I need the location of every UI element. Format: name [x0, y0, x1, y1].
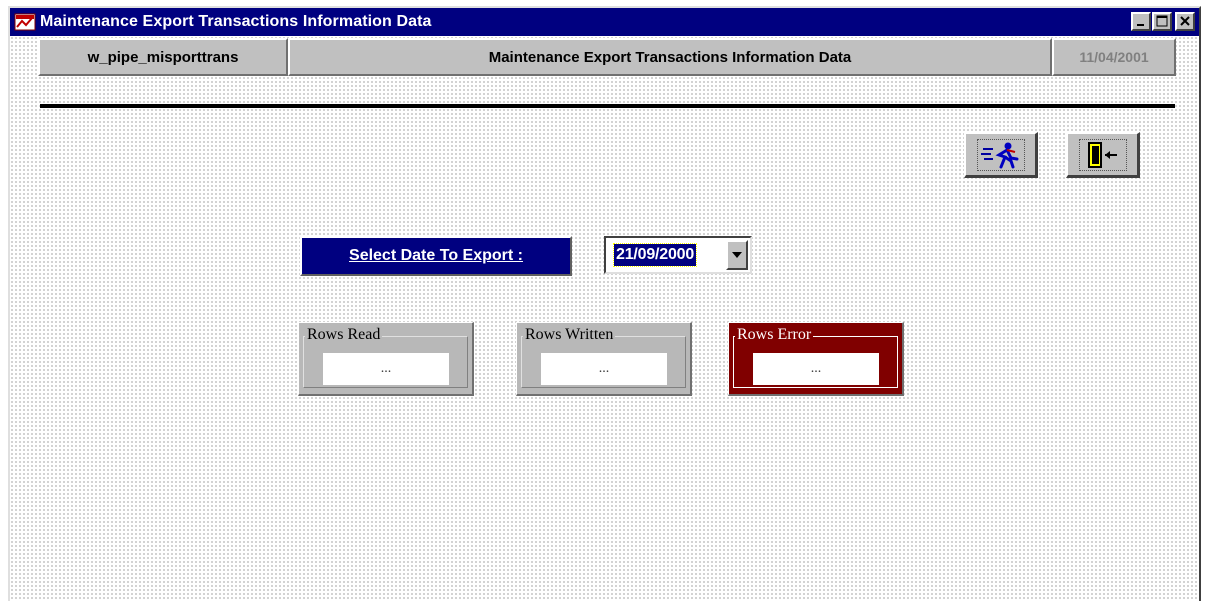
rows-error-value: ... — [753, 353, 879, 385]
app-icon — [14, 13, 36, 31]
header-divider — [40, 104, 1175, 108]
title-bar[interactable]: Maintenance Export Transactions Informat… — [10, 8, 1199, 36]
form-title-box: Maintenance Export Transactions Informat… — [288, 38, 1052, 76]
minimize-button[interactable] — [1131, 12, 1151, 31]
export-date-value[interactable]: 21/09/2000 — [612, 243, 698, 267]
run-export-button[interactable] — [964, 132, 1038, 178]
run-icon — [980, 142, 1018, 168]
close-icon — [1180, 16, 1190, 26]
dropdown-button[interactable] — [726, 240, 748, 270]
rows-written-group: Rows Written ... — [516, 322, 692, 396]
exit-button[interactable] — [1066, 132, 1140, 178]
rows-error-group: Rows Error ... — [728, 322, 904, 396]
rows-read-label: Rows Read — [305, 326, 383, 343]
rows-read-value: ... — [323, 353, 449, 385]
window-title: Maintenance Export Transactions Informat… — [40, 13, 432, 30]
chevron-down-icon — [732, 252, 742, 258]
main-window: Maintenance Export Transactions Informat… — [8, 6, 1201, 601]
exit-door-icon — [1087, 141, 1117, 168]
export-date-dropdown[interactable]: 21/09/2000 — [604, 236, 752, 274]
object-name-box: w_pipe_misporttrans — [38, 38, 288, 76]
maximize-icon — [1156, 15, 1168, 27]
maximize-button[interactable] — [1152, 12, 1172, 31]
rows-read-group: Rows Read ... — [298, 322, 474, 396]
close-button[interactable] — [1175, 12, 1195, 31]
header-date: 11/04/2001 — [1079, 49, 1149, 65]
rows-written-value: ... — [541, 353, 667, 385]
rows-error-label: Rows Error — [735, 326, 814, 343]
form-title: Maintenance Export Transactions Informat… — [488, 48, 852, 66]
minimize-icon — [1137, 24, 1144, 26]
rows-written-label: Rows Written — [523, 326, 616, 343]
form-area: w_pipe_misporttrans Maintenance Export T… — [10, 36, 1199, 601]
header-date-box: 11/04/2001 — [1052, 38, 1176, 76]
object-name: w_pipe_misporttrans — [87, 48, 239, 66]
select-date-label: Select Date To Export : — [300, 236, 572, 276]
caption-buttons — [1131, 12, 1195, 31]
